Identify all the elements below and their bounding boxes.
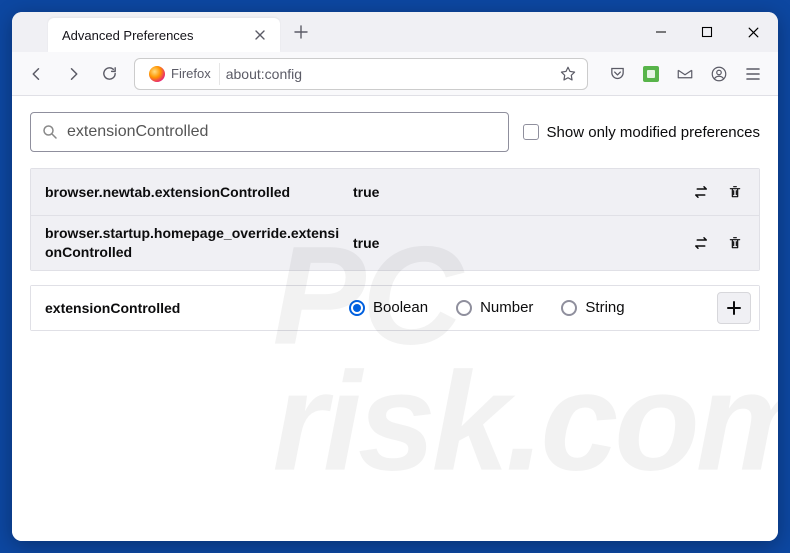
browser-window: Advanced Preferences: [12, 12, 778, 541]
toolbar-right: [600, 57, 770, 91]
radio-number[interactable]: Number: [456, 299, 533, 316]
identity-label: Firefox: [171, 66, 211, 81]
pref-search-box[interactable]: [30, 112, 509, 152]
checkbox-icon[interactable]: [523, 124, 539, 140]
maximize-button[interactable]: [684, 12, 730, 52]
url-bar[interactable]: Firefox: [134, 58, 588, 90]
radio-string[interactable]: String: [561, 299, 624, 316]
search-icon: [41, 123, 59, 141]
new-pref-block: extensionControlled Boolean Number Strin…: [30, 285, 760, 331]
titlebar: Advanced Preferences: [12, 12, 778, 52]
mail-icon[interactable]: [668, 57, 702, 91]
reset-button[interactable]: [719, 177, 751, 207]
radio-boolean[interactable]: Boolean: [349, 299, 428, 316]
tab-title: Advanced Preferences: [62, 28, 242, 43]
trash-icon: [727, 183, 743, 201]
radio-icon: [456, 300, 472, 316]
reset-button[interactable]: [719, 228, 751, 258]
close-window-button[interactable]: [730, 12, 776, 52]
add-pref-button[interactable]: [717, 292, 751, 324]
pref-row: browser.newtab.extensionControlled true: [31, 169, 759, 216]
toggle-button[interactable]: [685, 177, 717, 207]
search-row: Show only modified preferences: [30, 112, 760, 152]
firefox-logo-icon: [149, 66, 165, 82]
swap-icon: [692, 234, 710, 252]
prefs-table: browser.newtab.extensionControlled true …: [30, 168, 760, 271]
new-pref-row: extensionControlled Boolean Number Strin…: [31, 286, 759, 330]
new-pref-name: extensionControlled: [45, 300, 345, 316]
close-icon[interactable]: [250, 25, 270, 45]
account-icon[interactable]: [702, 57, 736, 91]
plus-icon: [727, 301, 741, 315]
radio-label: String: [585, 299, 624, 316]
minimize-button[interactable]: [638, 12, 684, 52]
url-input[interactable]: [226, 66, 549, 82]
tab-active[interactable]: Advanced Preferences: [48, 18, 280, 52]
window-controls: [638, 12, 776, 52]
show-only-modified-checkbox[interactable]: Show only modified preferences: [523, 124, 760, 141]
forward-button[interactable]: [56, 57, 90, 91]
type-radio-group: Boolean Number String: [345, 299, 717, 316]
show-only-modified-label: Show only modified preferences: [547, 124, 760, 141]
trash-icon: [727, 234, 743, 252]
new-tab-button[interactable]: [286, 17, 316, 47]
back-button[interactable]: [20, 57, 54, 91]
pref-row: browser.startup.homepage_override.extens…: [31, 216, 759, 270]
radio-label: Number: [480, 299, 533, 316]
radio-label: Boolean: [373, 299, 428, 316]
radio-icon: [349, 300, 365, 316]
pref-value: true: [345, 235, 683, 251]
pocket-icon[interactable]: [600, 57, 634, 91]
pref-search-input[interactable]: [67, 123, 498, 141]
pref-name: browser.newtab.extensionControlled: [45, 183, 345, 202]
pref-value: true: [345, 184, 683, 200]
menu-button[interactable]: [736, 57, 770, 91]
identity-box[interactable]: Firefox: [141, 63, 220, 85]
pref-name: browser.startup.homepage_override.extens…: [45, 224, 345, 262]
radio-icon: [561, 300, 577, 316]
extension-icon[interactable]: [634, 57, 668, 91]
toggle-button[interactable]: [685, 228, 717, 258]
aboutconfig-content: PC risk.com Show only modified preferenc…: [12, 96, 778, 541]
navigation-toolbar: Firefox: [12, 52, 778, 96]
bookmark-star-icon[interactable]: [555, 61, 581, 87]
swap-icon: [692, 183, 710, 201]
reload-button[interactable]: [92, 57, 126, 91]
tab-strip: Advanced Preferences: [12, 12, 638, 52]
